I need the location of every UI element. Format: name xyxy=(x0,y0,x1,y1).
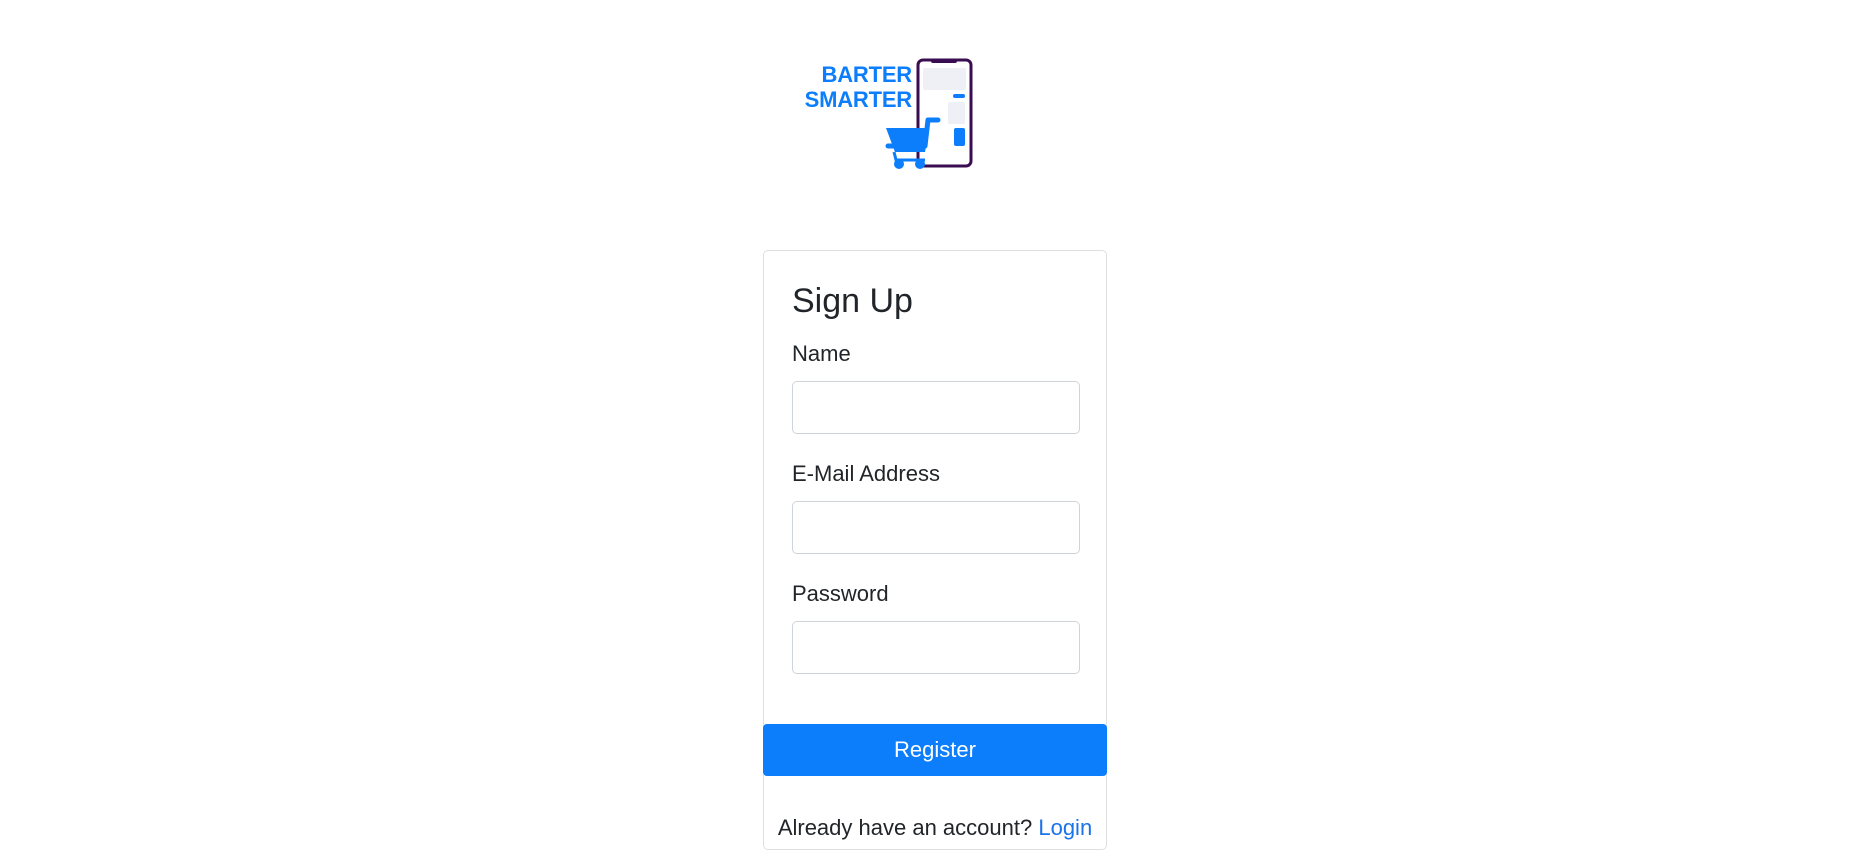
email-label: E-Mail Address xyxy=(792,461,940,486)
login-link[interactable]: Login xyxy=(1038,815,1092,840)
password-label: Password xyxy=(792,581,889,606)
name-label: Name xyxy=(792,341,851,366)
login-prompt-text: Already have an account? xyxy=(777,815,1033,840)
page-title: Sign Up xyxy=(792,282,913,320)
register-button[interactable]: Register xyxy=(763,724,1107,776)
password-input[interactable] xyxy=(792,621,1080,674)
signup-card: Sign Up Name E-Mail Address Password Reg… xyxy=(763,250,1107,850)
logo-text-line2: SMARTER xyxy=(804,87,913,112)
logo-text-line1: BARTER xyxy=(821,62,913,87)
email-input[interactable] xyxy=(792,501,1080,554)
name-input[interactable] xyxy=(792,381,1080,434)
brand-logo: BARTER SMARTER xyxy=(798,56,978,172)
